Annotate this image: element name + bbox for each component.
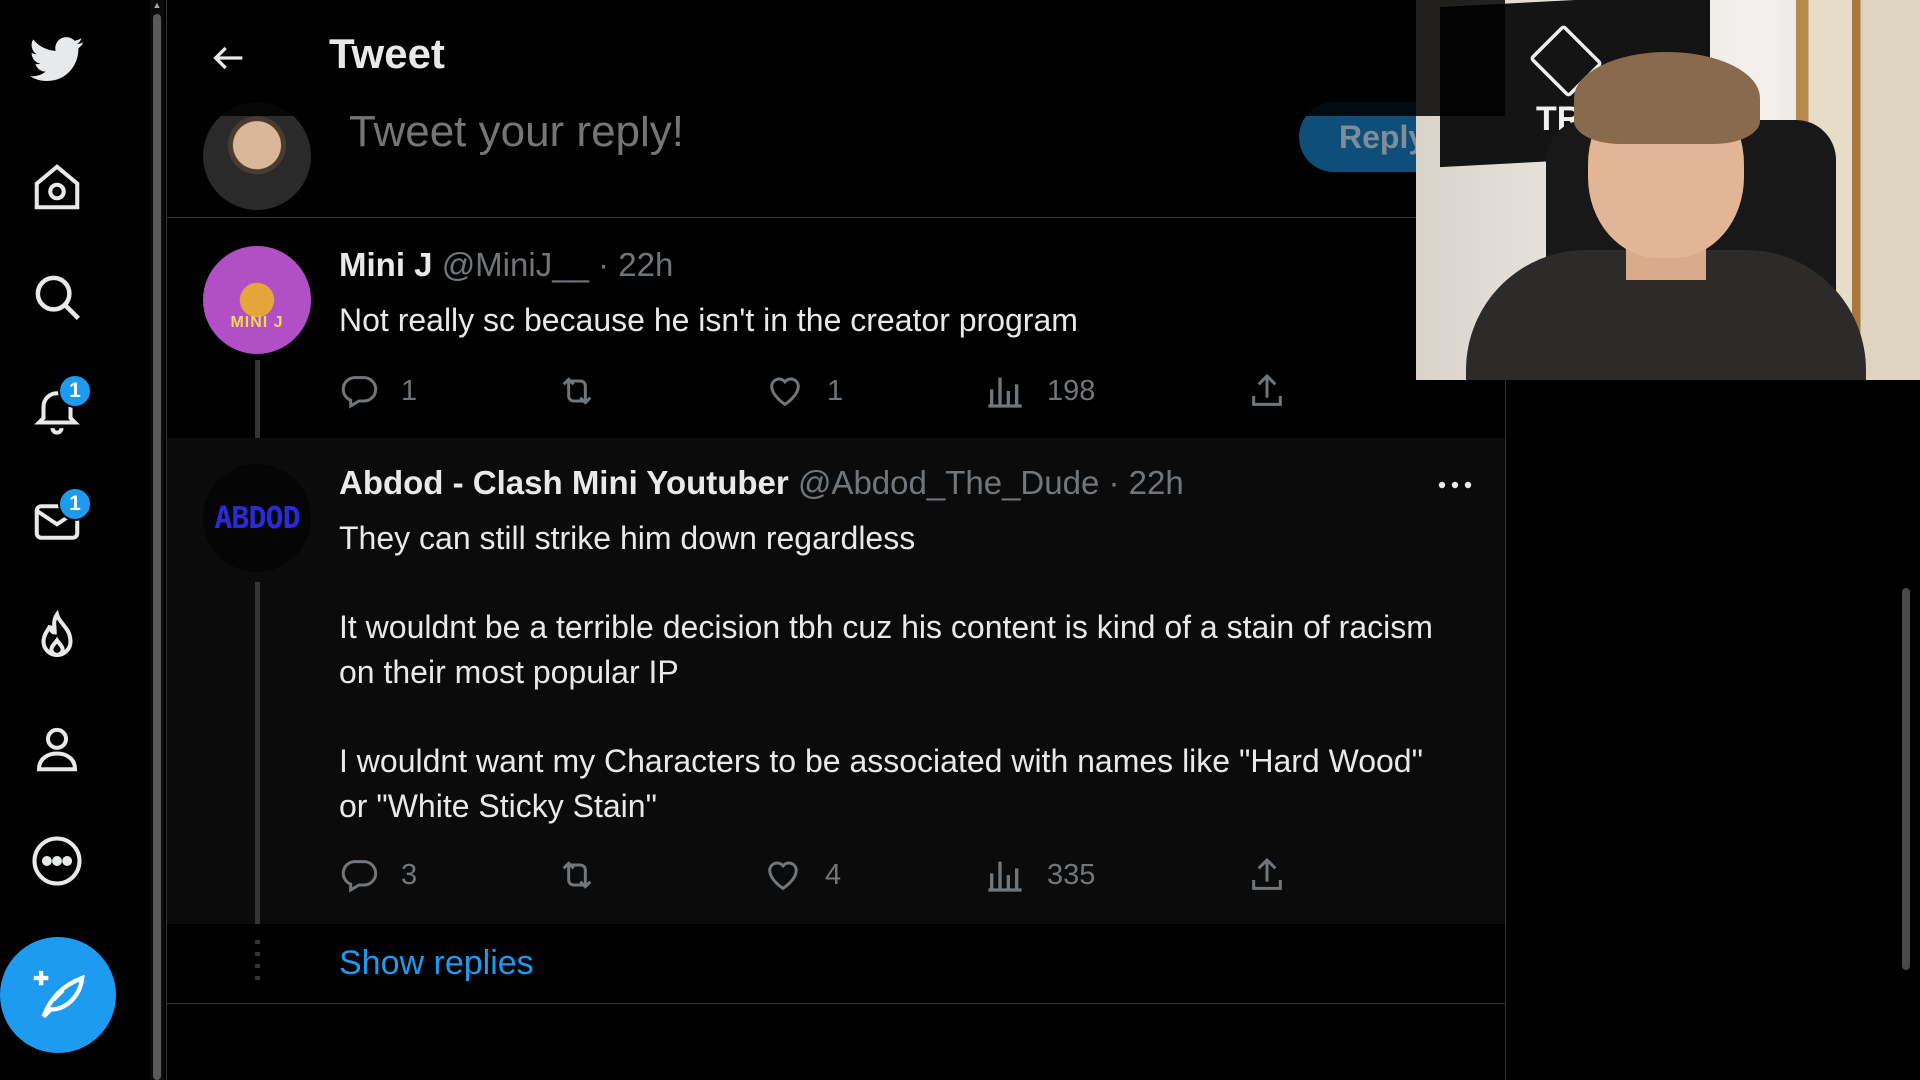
timestamp[interactable]: 22h xyxy=(1129,464,1184,501)
like-count: 4 xyxy=(825,858,842,891)
reply-action[interactable]: 1 xyxy=(339,366,417,416)
page-scrollbar-thumb[interactable] xyxy=(153,14,161,1080)
user-handle[interactable]: @Abdod_The_Dude xyxy=(798,464,1099,501)
analytics-bars-icon xyxy=(988,377,1022,408)
left-nav: 1 1 xyxy=(0,0,148,1080)
user-handle[interactable]: @MiniJ__ xyxy=(442,246,589,283)
streamer-hair xyxy=(1574,52,1760,144)
thread-dots xyxy=(255,940,260,988)
retweet-icon xyxy=(562,377,592,405)
thread-line xyxy=(255,360,260,438)
thread-line xyxy=(255,582,260,924)
analytics-bars-icon xyxy=(988,861,1022,892)
view-count: 198 xyxy=(1047,374,1096,407)
scroll-up-arrow-icon[interactable]: ▲ xyxy=(152,0,162,10)
avatar-text: MINI J xyxy=(230,314,284,331)
notifications-badge: 1 xyxy=(58,374,92,408)
timestamp[interactable]: 22h xyxy=(618,246,673,283)
search-icon[interactable] xyxy=(22,262,92,332)
tweet-text: They can still strike him down regardles… xyxy=(339,516,1459,829)
heart-icon xyxy=(768,861,798,891)
retweet-icon xyxy=(562,861,592,889)
views-action[interactable]: 198 xyxy=(985,366,1095,416)
tweet-avatar[interactable]: MINI J xyxy=(203,246,311,354)
tweet-paragraph: Not really sc because he isn't in the cr… xyxy=(339,302,1078,338)
display-name[interactable]: Mini J xyxy=(339,246,433,283)
share-action[interactable] xyxy=(1247,366,1287,416)
page-title: Tweet xyxy=(329,30,445,77)
tweet-avatar[interactable]: ABDOD xyxy=(203,464,311,572)
notifications-bell-icon[interactable]: 1 xyxy=(22,374,92,444)
tweet-header: Abdod - Clash Mini Youtuber @Abdod_The_D… xyxy=(339,464,1184,502)
reply-count: 1 xyxy=(401,374,418,407)
profile-icon[interactable] xyxy=(22,714,92,784)
messages-badge: 1 xyxy=(58,487,92,521)
share-upload-icon xyxy=(1252,857,1282,890)
twitter-logo-icon[interactable] xyxy=(22,24,92,94)
like-action[interactable]: 1 xyxy=(765,366,843,416)
reply-bubble-icon xyxy=(341,376,378,409)
content-scrollbar[interactable] xyxy=(1900,380,1912,980)
separator: · xyxy=(1108,464,1120,501)
tweet[interactable]: MINI J Mini J @MiniJ__ · 22h Not really … xyxy=(167,220,1505,438)
back-button[interactable] xyxy=(201,34,257,82)
page-scrollbar[interactable]: ▲ xyxy=(150,0,164,1080)
back-arrow-icon xyxy=(213,46,243,70)
tweet[interactable]: ABDOD Abdod - Clash Mini Youtuber @Abdod… xyxy=(167,438,1505,924)
share-action[interactable] xyxy=(1247,850,1287,900)
reply-count: 3 xyxy=(401,858,418,891)
share-upload-icon xyxy=(1252,373,1282,406)
reply-bubble-icon xyxy=(341,860,378,893)
display-name[interactable]: Abdod - Clash Mini Youtuber xyxy=(339,464,789,501)
separator: · xyxy=(598,246,610,283)
heart-icon xyxy=(770,377,800,407)
like-action[interactable]: 4 xyxy=(763,850,841,900)
views-action[interactable]: 335 xyxy=(985,850,1095,900)
tweet-header: Tweet xyxy=(167,0,1505,116)
more-options-icon[interactable] xyxy=(22,826,92,896)
feather-plus-icon xyxy=(33,970,85,1019)
tweet-actions: 1 1 198 xyxy=(339,366,1439,416)
show-replies-row: Show replies xyxy=(167,924,1505,1004)
retweet-action[interactable] xyxy=(557,366,619,416)
show-replies-link[interactable]: Show replies xyxy=(339,944,534,983)
content-scrollbar-thumb[interactable] xyxy=(1902,588,1910,970)
tweet-paragraph: It wouldnt be a terrible decision tbh cu… xyxy=(339,609,1433,690)
compose-tweet-button[interactable] xyxy=(0,937,116,1053)
user-avatar[interactable] xyxy=(203,102,311,210)
main-column: Tweet Reply MINI J Mini J @MiniJ__ · 22h… xyxy=(166,0,1506,1080)
retweet-action[interactable] xyxy=(557,850,619,900)
tweet-paragraph: They can still strike him down regardles… xyxy=(339,520,916,556)
view-count: 335 xyxy=(1047,858,1096,891)
avatar-text: ABDOD xyxy=(214,500,300,536)
like-count: 1 xyxy=(827,374,844,407)
tweet-text: Not really sc because he isn't in the cr… xyxy=(339,298,1459,343)
tweet-actions: 3 4 335 xyxy=(339,850,1439,900)
tweet-paragraph: I wouldnt want my Characters to be assoc… xyxy=(339,743,1423,824)
messages-envelope-icon[interactable]: 1 xyxy=(22,487,92,557)
flame-icon[interactable] xyxy=(22,602,92,672)
more-options-dots-icon[interactable] xyxy=(1433,472,1477,498)
home-icon[interactable] xyxy=(22,152,92,222)
tweet-header: Mini J @MiniJ__ · 22h xyxy=(339,246,673,284)
reply-action[interactable]: 3 xyxy=(339,850,417,900)
